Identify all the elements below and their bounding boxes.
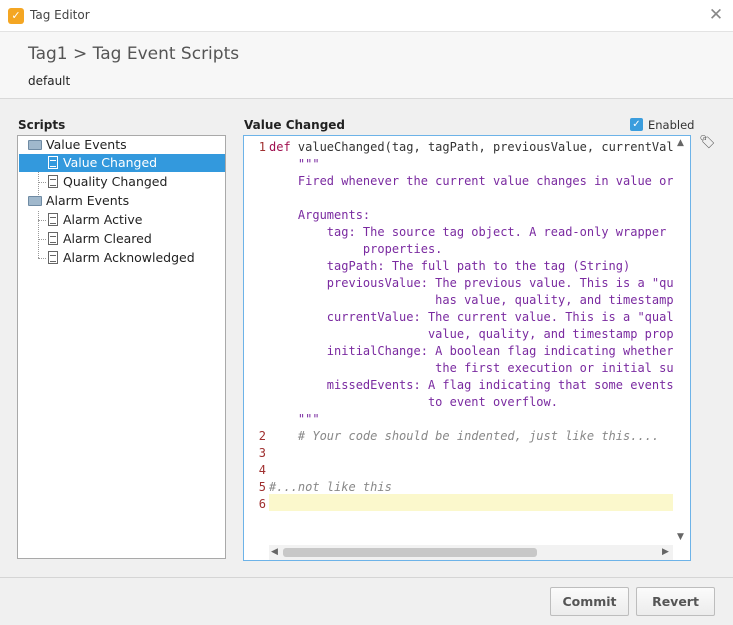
checkmark-icon: ✓ [630, 118, 643, 131]
script-icon [48, 156, 58, 169]
tree-item-label: Alarm Cleared [63, 231, 152, 246]
footer: Commit Revert [0, 577, 733, 625]
code-text: tag: The source tag object. A read-only … [269, 224, 688, 241]
tree-item-label: Alarm Events [46, 193, 130, 208]
code-text: initialChange: A boolean flag indicating… [269, 343, 688, 360]
code-text: def valueChanged(tag, tagPath, previousV… [269, 139, 688, 156]
script-editor[interactable]: 1 def valueChanged(tag, tagPath, previous… [243, 135, 691, 561]
scroll-up-icon[interactable]: ▲ [677, 138, 684, 148]
scroll-right-icon[interactable]: ▶ [662, 547, 669, 557]
code-token: tag: The source tag object. A read-only … [269, 225, 689, 239]
tree-item-value-events[interactable]: Value Events [28, 136, 208, 154]
script-icon [48, 213, 58, 226]
comment-token: # Your code should be indented, just lik… [269, 429, 660, 443]
line-number: 5 [258, 480, 266, 494]
code-token: value, quality, and timestamp proper [269, 327, 689, 341]
horizontal-scroll-thumb[interactable] [283, 548, 537, 557]
code-token: properties. [269, 242, 443, 256]
code-token: Fired whenever the current value changes… [269, 174, 689, 188]
code-token: """ [269, 157, 320, 171]
code-token: to event overflow. [269, 395, 558, 409]
commit-button[interactable]: Commit [550, 587, 629, 616]
code-token: currentValue: The current value. This is… [269, 310, 689, 324]
title-bar: ✓ Tag Editor ✕ [0, 0, 733, 32]
code-text: to event overflow. [269, 394, 558, 411]
tree-connector [38, 239, 46, 240]
code-text: #...not like this [269, 479, 392, 496]
code-text: the first execution or initial subs [269, 360, 688, 377]
comment-token: #...not like this [269, 480, 392, 494]
editor-title: Value Changed [244, 118, 346, 132]
code-text: """ [269, 411, 320, 428]
window-title: Tag Editor [30, 8, 90, 22]
code-text: Fired whenever the current value changes… [269, 173, 688, 190]
code-token: tagPath: The full path to the tag (Strin… [269, 259, 631, 273]
tree-item-label: Alarm Active [63, 212, 143, 227]
code-text: # Your code should be indented, just lik… [269, 428, 659, 445]
code-token: missedEvents: A flag indicating that som… [269, 378, 689, 392]
app-icon: ✓ [8, 8, 24, 24]
line-number: 2 [258, 429, 266, 443]
code-token: previousValue: The previous value. This … [269, 276, 689, 290]
tree-item-alarm-acknowledged[interactable]: Alarm Acknowledged [48, 249, 218, 267]
code-text: currentValue: The current value. This is… [269, 309, 688, 326]
tree-connector [38, 182, 46, 183]
horizontal-scrollbar[interactable]: ◀ ▶ [269, 545, 673, 560]
script-icon [48, 175, 58, 188]
script-icon [48, 251, 58, 264]
line-number: 1 [258, 140, 266, 154]
vertical-scrollbar[interactable]: ▲ ▼ [673, 136, 690, 546]
tree-item-label: Quality Changed [63, 174, 168, 189]
line-number: 3 [258, 446, 266, 460]
header: Tag1 > Tag Event Scripts default [0, 32, 733, 99]
tree-item-alarm-cleared[interactable]: Alarm Cleared [48, 230, 218, 248]
tree-item-quality-changed[interactable]: Quality Changed [48, 173, 218, 191]
keyword-token: def [269, 140, 291, 154]
code-text: missedEvents: A flag indicating that som… [269, 377, 688, 394]
code-token: valueChanged(tag, tagPath, previousValue… [290, 140, 689, 154]
code-text: """ [269, 156, 320, 173]
code-text: Arguments: [269, 207, 370, 224]
scroll-down-icon[interactable]: ▼ [677, 532, 684, 542]
tag-icon[interactable]: 🏷 [699, 136, 716, 150]
tree-item-alarm-events[interactable]: Alarm Events [28, 192, 208, 210]
tree-item-label: Value Events [46, 137, 127, 152]
code-token: the first execution or initial subs [269, 361, 689, 375]
code-token: has value, quality, and timestamp p [269, 293, 689, 307]
line-number: 6 [258, 497, 266, 511]
scripts-tree: Value Events Value Changed Quality Chang… [17, 135, 226, 559]
script-icon [48, 232, 58, 245]
tree-item-value-changed[interactable]: Value Changed [19, 154, 225, 172]
code-token: """ [269, 412, 320, 426]
code-token: Arguments: [269, 208, 371, 222]
breadcrumb: Tag1 > Tag Event Scripts [28, 44, 240, 64]
enabled-label: Enabled [648, 118, 695, 132]
tree-connector [38, 220, 46, 221]
tree-connector [38, 211, 39, 258]
code-text: tagPath: The full path to the tag (Strin… [269, 258, 630, 275]
code-text: properties. [269, 241, 442, 258]
folder-open-icon [28, 196, 42, 206]
revert-button[interactable]: Revert [636, 587, 715, 616]
code-text: previousValue: The previous value. This … [269, 275, 688, 292]
scroll-left-icon[interactable]: ◀ [271, 547, 278, 557]
code-text: value, quality, and timestamp proper [269, 326, 688, 343]
code-text: has value, quality, and timestamp p [269, 292, 688, 309]
line-number: 4 [258, 463, 266, 477]
close-icon[interactable]: ✕ [705, 4, 727, 26]
tree-connector [38, 258, 46, 259]
folder-open-icon [28, 140, 42, 150]
current-line-highlight [269, 494, 673, 511]
tree-item-label: Value Changed [63, 155, 158, 170]
tree-item-alarm-active[interactable]: Alarm Active [48, 211, 218, 229]
tag-provider-label: default [28, 74, 71, 88]
code-token: initialChange: A boolean flag indicating… [269, 344, 689, 358]
tree-item-label: Alarm Acknowledged [63, 250, 195, 265]
scripts-label: Scripts [18, 118, 66, 132]
